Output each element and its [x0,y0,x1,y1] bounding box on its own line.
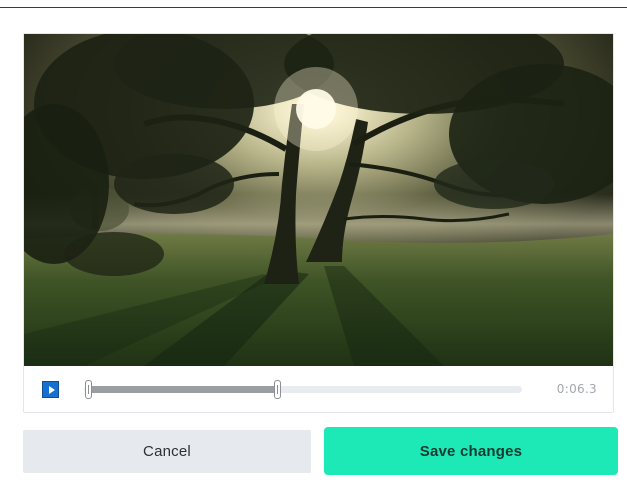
trim-start-handle[interactable] [85,380,92,399]
trim-timeline[interactable] [84,380,522,399]
trim-selection [87,386,277,393]
top-divider [0,7,627,8]
trim-end-handle[interactable] [274,380,281,399]
video-frame-image [24,34,613,366]
timecode: 0:06.3 [556,382,597,396]
play-icon [48,385,55,394]
save-changes-button[interactable]: Save changes [324,427,618,475]
play-button[interactable] [42,381,59,398]
player-controls: 0:06.3 [24,366,613,412]
video-preview[interactable] [24,34,613,366]
video-trim-editor: 0:06.3 [23,33,614,413]
cancel-button[interactable]: Cancel [23,430,311,473]
